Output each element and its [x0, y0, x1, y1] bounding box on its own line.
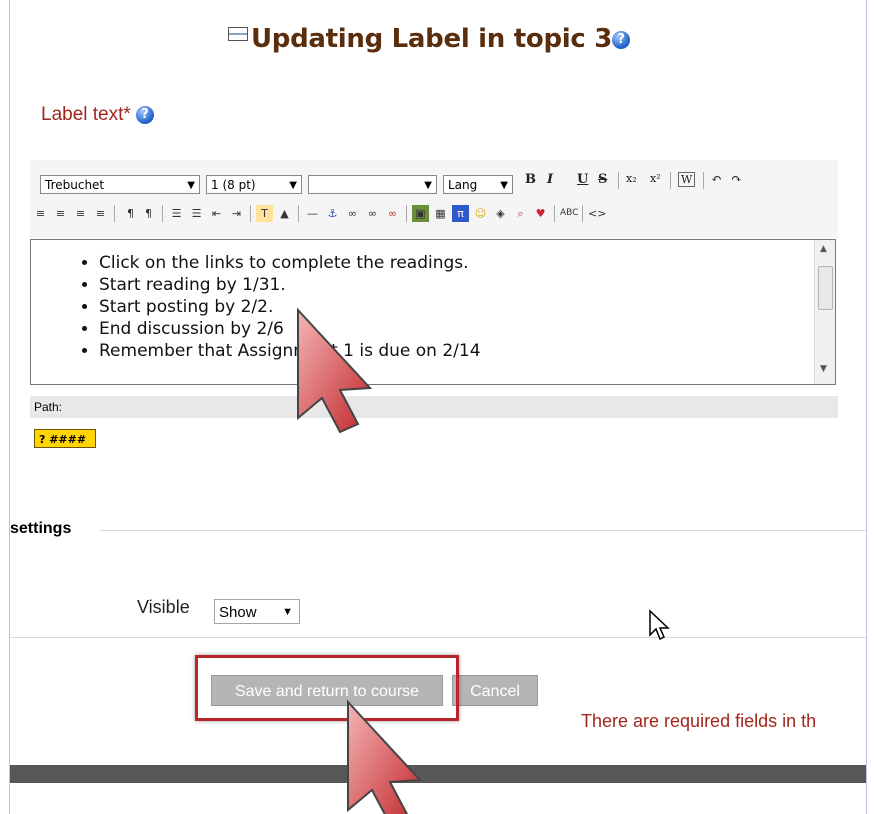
horizontal-rule-icon[interactable]: — — [304, 205, 321, 222]
keyboard-help-icon[interactable]: ? #### — [34, 429, 96, 448]
align-center-icon[interactable]: ≡ — [52, 205, 69, 222]
font-size-select[interactable]: 1 (8 pt) ▼ — [206, 175, 302, 194]
scroll-up-icon[interactable]: ▲ — [820, 244, 827, 254]
language-value: Lang — [448, 178, 478, 192]
spellcheck-icon[interactable]: ABC — [560, 205, 578, 222]
insert-media-icon[interactable]: ◈ — [492, 205, 509, 222]
path-label: Path: — [34, 400, 63, 414]
page-title-text: Updating Label in topic 3 — [250, 24, 613, 54]
cursor-arrow-icon — [347, 699, 423, 814]
list-item: Start reading by 1/31. — [99, 274, 835, 296]
superscript-icon[interactable]: x² — [650, 172, 661, 185]
chevron-down-icon: ▼ — [424, 180, 432, 191]
italic-icon[interactable]: I — [547, 172, 553, 187]
nolink-icon[interactable]: ∞ — [384, 205, 401, 222]
editor-scrollbar[interactable]: ▲ ▼ — [814, 240, 835, 384]
insert-smiley-icon[interactable]: ☺ — [472, 205, 489, 222]
section-title: settings — [10, 520, 71, 538]
list-item: Remember that Assignment 1 is due on 2/1… — [99, 340, 835, 362]
subscript-icon[interactable]: x₂ — [626, 172, 637, 185]
ordered-list-icon[interactable]: ☰ — [168, 205, 185, 222]
toolbar-separator — [250, 205, 251, 222]
title-help-icon[interactable]: ? — [612, 30, 631, 49]
visible-select[interactable]: Show ▼ — [214, 599, 300, 624]
chevron-down-icon: ▼ — [289, 180, 297, 191]
chevron-down-icon: ▼ — [500, 180, 508, 191]
anchor-icon[interactable]: ⚓ — [324, 205, 341, 222]
text-color-icon[interactable]: T — [256, 205, 273, 222]
toolbar-separator — [670, 172, 671, 189]
outdent-icon[interactable]: ⇤ — [208, 205, 225, 222]
scroll-thumb[interactable] — [818, 266, 833, 310]
undo-icon[interactable]: ↶ — [711, 172, 722, 187]
required-fields-message: There are required fields in th — [581, 711, 817, 731]
cancel-button[interactable]: Cancel — [452, 675, 538, 706]
paste-word-icon[interactable]: W — [678, 172, 696, 187]
search-replace-icon[interactable]: ⌕ — [512, 205, 529, 222]
toolbar-separator — [114, 205, 115, 222]
insert-char-icon[interactable]: ♥ — [532, 205, 549, 222]
keyboard-help-label: ? #### — [39, 433, 87, 446]
html-source-icon[interactable]: <> — [588, 205, 606, 222]
rtl-icon[interactable]: ¶ — [140, 205, 157, 222]
label-text-editor[interactable]: Click on the links to complete the readi… — [30, 239, 836, 385]
editor-path-bar: Path: — [30, 396, 838, 418]
label-text-help-icon[interactable]: ? — [136, 105, 155, 124]
link-icon[interactable]: ∞ — [344, 205, 361, 222]
label-text-caption: Label text* — [41, 104, 131, 125]
toolbar-separator — [582, 205, 583, 222]
insert-table-icon[interactable]: ▦ — [432, 205, 449, 222]
chevron-down-icon: ▼ — [282, 606, 293, 618]
mouse-pointer-icon — [649, 609, 670, 641]
list-item: Click on the links to complete the readi… — [99, 252, 835, 274]
strikethrough-icon[interactable]: S — [598, 172, 607, 187]
list-item: Start posting by 2/2. — [99, 296, 835, 318]
align-justify-icon[interactable]: ≡ — [92, 205, 109, 222]
editor-bullet-list: Click on the links to complete the readi… — [31, 252, 835, 362]
toolbar-separator — [703, 172, 704, 189]
section-title-text: settings — [10, 520, 72, 537]
insert-image-icon[interactable]: ▣ — [412, 205, 429, 222]
font-family-value: Trebuchet — [45, 178, 105, 192]
toolbar-separator — [298, 205, 299, 222]
bold-icon[interactable]: B — [525, 172, 536, 187]
toolbar-separator — [406, 205, 407, 222]
label-text-field-label: Label text* ? — [41, 104, 155, 126]
ltr-icon[interactable]: ¶ — [122, 205, 139, 222]
toolbar-separator — [554, 205, 555, 222]
page-title: Updating Label in topic 3? — [10, 24, 848, 54]
label-icon — [227, 27, 248, 41]
visible-label: Visible — [137, 597, 190, 617]
format-select[interactable]: ▼ — [308, 175, 437, 194]
font-family-select[interactable]: Trebuchet ▼ — [40, 175, 200, 194]
toolbar-separator — [618, 172, 619, 189]
cursor-arrow-icon — [297, 307, 373, 434]
scroll-down-icon[interactable]: ▼ — [820, 364, 827, 374]
insert-equation-icon[interactable]: π — [452, 205, 469, 222]
redo-icon[interactable]: ↷ — [731, 172, 742, 187]
visible-select-value: Show — [219, 604, 257, 621]
section-divider — [10, 637, 866, 638]
unordered-list-icon[interactable]: ☰ — [188, 205, 205, 222]
chevron-down-icon: ▼ — [187, 180, 195, 191]
section-divider — [100, 530, 866, 531]
font-size-value: 1 (8 pt) — [211, 178, 256, 192]
unlink-icon[interactable]: ∞ — [364, 205, 381, 222]
indent-icon[interactable]: ⇥ — [228, 205, 245, 222]
align-left-icon[interactable]: ≡ — [32, 205, 49, 222]
align-right-icon[interactable]: ≡ — [72, 205, 89, 222]
background-color-icon[interactable]: ▲ — [276, 205, 293, 222]
underline-icon[interactable]: U — [577, 172, 588, 187]
list-item: End discussion by 2/6 — [99, 318, 835, 340]
toolbar-separator — [162, 205, 163, 222]
language-select[interactable]: Lang ▼ — [443, 175, 513, 194]
